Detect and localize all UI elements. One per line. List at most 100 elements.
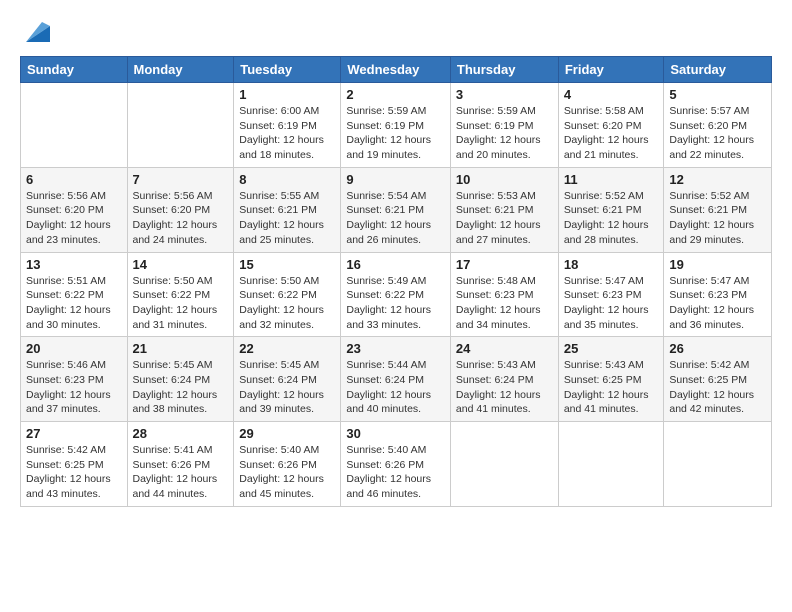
day-info: Sunrise: 5:56 AM Sunset: 6:20 PM Dayligh…: [26, 189, 122, 248]
calendar-cell: 28 Sunrise: 5:41 AM Sunset: 6:26 PM Dayli…: [127, 422, 234, 507]
day-info: Sunrise: 5:52 AM Sunset: 6:21 PM Dayligh…: [669, 189, 766, 248]
day-info: Sunrise: 5:47 AM Sunset: 6:23 PM Dayligh…: [564, 274, 659, 333]
day-number: 22: [239, 341, 335, 356]
day-info: Sunrise: 5:57 AM Sunset: 6:20 PM Dayligh…: [669, 104, 766, 163]
weekday-row: SundayMondayTuesdayWednesdayThursdayFrid…: [21, 57, 772, 83]
day-info: Sunrise: 5:40 AM Sunset: 6:26 PM Dayligh…: [239, 443, 335, 502]
calendar-cell: 16 Sunrise: 5:49 AM Sunset: 6:22 PM Dayli…: [341, 252, 451, 337]
day-number: 7: [133, 172, 229, 187]
calendar-cell: 24 Sunrise: 5:43 AM Sunset: 6:24 PM Dayli…: [450, 337, 558, 422]
page: SundayMondayTuesdayWednesdayThursdayFrid…: [0, 0, 792, 612]
day-info: Sunrise: 5:42 AM Sunset: 6:25 PM Dayligh…: [26, 443, 122, 502]
calendar-cell: 12 Sunrise: 5:52 AM Sunset: 6:21 PM Dayli…: [664, 167, 772, 252]
day-info: Sunrise: 5:40 AM Sunset: 6:26 PM Dayligh…: [346, 443, 445, 502]
day-info: Sunrise: 5:43 AM Sunset: 6:25 PM Dayligh…: [564, 358, 659, 417]
day-number: 15: [239, 257, 335, 272]
day-info: Sunrise: 5:46 AM Sunset: 6:23 PM Dayligh…: [26, 358, 122, 417]
calendar-cell: 23 Sunrise: 5:44 AM Sunset: 6:24 PM Dayli…: [341, 337, 451, 422]
day-number: 2: [346, 87, 445, 102]
weekday-header-friday: Friday: [558, 57, 664, 83]
calendar-cell: 27 Sunrise: 5:42 AM Sunset: 6:25 PM Dayli…: [21, 422, 128, 507]
day-number: 13: [26, 257, 122, 272]
header: [20, 18, 772, 46]
day-number: 24: [456, 341, 553, 356]
day-number: 9: [346, 172, 445, 187]
calendar-cell: 5Sunrise: 5:57 AM Sunset: 6:20 PM Daylig…: [664, 83, 772, 168]
day-info: Sunrise: 5:50 AM Sunset: 6:22 PM Dayligh…: [239, 274, 335, 333]
day-number: 26: [669, 341, 766, 356]
day-info: Sunrise: 5:55 AM Sunset: 6:21 PM Dayligh…: [239, 189, 335, 248]
day-number: 16: [346, 257, 445, 272]
calendar-cell: 3Sunrise: 5:59 AM Sunset: 6:19 PM Daylig…: [450, 83, 558, 168]
day-number: 8: [239, 172, 335, 187]
weekday-header-wednesday: Wednesday: [341, 57, 451, 83]
calendar-cell: 9 Sunrise: 5:54 AM Sunset: 6:21 PM Daylig…: [341, 167, 451, 252]
calendar-week-4: 20 Sunrise: 5:46 AM Sunset: 6:23 PM Dayli…: [21, 337, 772, 422]
calendar-cell: [664, 422, 772, 507]
day-number: 3: [456, 87, 553, 102]
calendar-cell: 7 Sunrise: 5:56 AM Sunset: 6:20 PM Daylig…: [127, 167, 234, 252]
day-info: Sunrise: 5:43 AM Sunset: 6:24 PM Dayligh…: [456, 358, 553, 417]
calendar-week-1: 1 Sunrise: 6:00 AM Sunset: 6:19 PM Daylig…: [21, 83, 772, 168]
day-info: Sunrise: 5:41 AM Sunset: 6:26 PM Dayligh…: [133, 443, 229, 502]
day-number: 1: [239, 87, 335, 102]
day-info: Sunrise: 5:42 AM Sunset: 6:25 PM Dayligh…: [669, 358, 766, 417]
calendar-cell: 17Sunrise: 5:48 AM Sunset: 6:23 PM Dayli…: [450, 252, 558, 337]
day-info: Sunrise: 5:45 AM Sunset: 6:24 PM Dayligh…: [133, 358, 229, 417]
weekday-header-tuesday: Tuesday: [234, 57, 341, 83]
calendar-cell: 19 Sunrise: 5:47 AM Sunset: 6:23 PM Dayli…: [664, 252, 772, 337]
day-info: Sunrise: 5:44 AM Sunset: 6:24 PM Dayligh…: [346, 358, 445, 417]
day-number: 27: [26, 426, 122, 441]
day-number: 10: [456, 172, 553, 187]
day-number: 25: [564, 341, 659, 356]
calendar-cell: 1 Sunrise: 6:00 AM Sunset: 6:19 PM Daylig…: [234, 83, 341, 168]
calendar-cell: 22 Sunrise: 5:45 AM Sunset: 6:24 PM Dayli…: [234, 337, 341, 422]
day-number: 12: [669, 172, 766, 187]
calendar-cell: 18 Sunrise: 5:47 AM Sunset: 6:23 PM Dayli…: [558, 252, 664, 337]
day-number: 14: [133, 257, 229, 272]
calendar-cell: 8 Sunrise: 5:55 AM Sunset: 6:21 PM Daylig…: [234, 167, 341, 252]
day-number: 29: [239, 426, 335, 441]
calendar-week-2: 6 Sunrise: 5:56 AM Sunset: 6:20 PM Daylig…: [21, 167, 772, 252]
calendar-cell: 21 Sunrise: 5:45 AM Sunset: 6:24 PM Dayli…: [127, 337, 234, 422]
calendar-cell: 10Sunrise: 5:53 AM Sunset: 6:21 PM Dayli…: [450, 167, 558, 252]
logo-icon: [22, 18, 50, 46]
day-number: 21: [133, 341, 229, 356]
day-number: 19: [669, 257, 766, 272]
day-info: Sunrise: 5:51 AM Sunset: 6:22 PM Dayligh…: [26, 274, 122, 333]
logo: [20, 18, 50, 46]
day-info: Sunrise: 5:54 AM Sunset: 6:21 PM Dayligh…: [346, 189, 445, 248]
calendar-cell: [21, 83, 128, 168]
calendar-cell: 20 Sunrise: 5:46 AM Sunset: 6:23 PM Dayli…: [21, 337, 128, 422]
day-info: Sunrise: 5:49 AM Sunset: 6:22 PM Dayligh…: [346, 274, 445, 333]
calendar-header: SundayMondayTuesdayWednesdayThursdayFrid…: [21, 57, 772, 83]
day-info: Sunrise: 6:00 AM Sunset: 6:19 PM Dayligh…: [239, 104, 335, 163]
day-info: Sunrise: 5:48 AM Sunset: 6:23 PM Dayligh…: [456, 274, 553, 333]
day-info: Sunrise: 5:47 AM Sunset: 6:23 PM Dayligh…: [669, 274, 766, 333]
weekday-header-saturday: Saturday: [664, 57, 772, 83]
weekday-header-monday: Monday: [127, 57, 234, 83]
calendar-cell: 29 Sunrise: 5:40 AM Sunset: 6:26 PM Dayli…: [234, 422, 341, 507]
calendar-cell: 15 Sunrise: 5:50 AM Sunset: 6:22 PM Dayli…: [234, 252, 341, 337]
day-number: 28: [133, 426, 229, 441]
day-number: 11: [564, 172, 659, 187]
day-info: Sunrise: 5:56 AM Sunset: 6:20 PM Dayligh…: [133, 189, 229, 248]
day-number: 6: [26, 172, 122, 187]
day-number: 23: [346, 341, 445, 356]
calendar-cell: 30 Sunrise: 5:40 AM Sunset: 6:26 PM Dayli…: [341, 422, 451, 507]
day-number: 18: [564, 257, 659, 272]
day-number: 20: [26, 341, 122, 356]
calendar-week-3: 13 Sunrise: 5:51 AM Sunset: 6:22 PM Dayli…: [21, 252, 772, 337]
day-number: 30: [346, 426, 445, 441]
calendar-cell: 13 Sunrise: 5:51 AM Sunset: 6:22 PM Dayli…: [21, 252, 128, 337]
day-info: Sunrise: 5:50 AM Sunset: 6:22 PM Dayligh…: [133, 274, 229, 333]
calendar-cell: 14 Sunrise: 5:50 AM Sunset: 6:22 PM Dayli…: [127, 252, 234, 337]
weekday-header-thursday: Thursday: [450, 57, 558, 83]
day-info: Sunrise: 5:59 AM Sunset: 6:19 PM Dayligh…: [346, 104, 445, 163]
calendar-cell: 6 Sunrise: 5:56 AM Sunset: 6:20 PM Daylig…: [21, 167, 128, 252]
calendar-week-5: 27 Sunrise: 5:42 AM Sunset: 6:25 PM Dayli…: [21, 422, 772, 507]
weekday-header-sunday: Sunday: [21, 57, 128, 83]
day-info: Sunrise: 5:58 AM Sunset: 6:20 PM Dayligh…: [564, 104, 659, 163]
day-info: Sunrise: 5:45 AM Sunset: 6:24 PM Dayligh…: [239, 358, 335, 417]
calendar-cell: [558, 422, 664, 507]
